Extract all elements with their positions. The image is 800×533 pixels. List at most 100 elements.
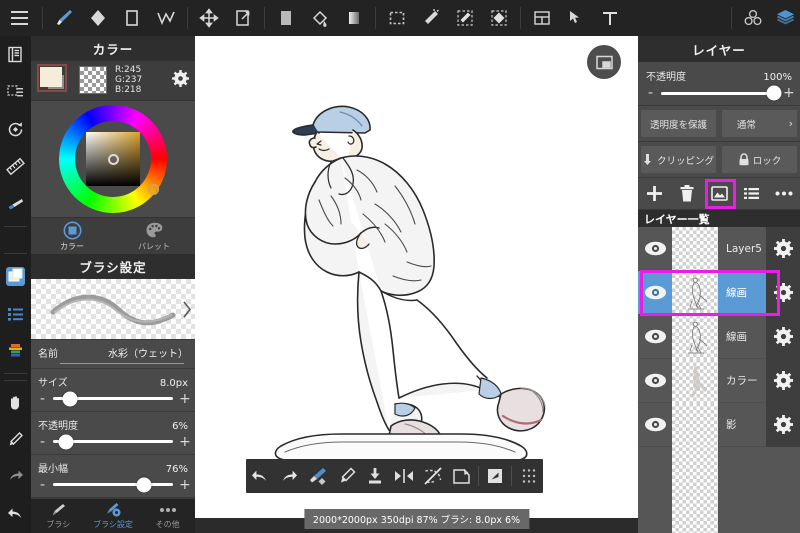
layer-thumbnail[interactable] [672, 402, 718, 447]
three-spheres-icon[interactable] [736, 0, 770, 36]
brush-size-knob[interactable] [62, 391, 78, 407]
hue-wheel[interactable] [59, 105, 167, 214]
move-arrows-icon[interactable] [192, 0, 226, 36]
duplicate-layer-button[interactable] [703, 178, 735, 210]
layer-opacity-track[interactable] [661, 85, 782, 101]
paintbrush-icon[interactable] [47, 0, 81, 36]
brush-blue-icon[interactable] [0, 186, 31, 223]
color-wheel-area[interactable] [31, 100, 195, 218]
deselect-icon[interactable] [418, 459, 447, 493]
text-T-icon[interactable] [593, 0, 627, 36]
marquee-select-icon[interactable] [380, 0, 414, 36]
brush-minwidth-minus[interactable]: - [38, 478, 47, 492]
material-panel-icon[interactable] [525, 0, 559, 36]
list-item[interactable]: カラー [638, 358, 800, 403]
rotate-canvas-icon[interactable] [0, 111, 31, 148]
layer-thumbnail[interactable] [672, 358, 718, 403]
lock-alpha-button[interactable]: 透明度を保護 [641, 110, 716, 137]
foreground-color-swatch[interactable] [40, 67, 62, 88]
undo-arrow-icon[interactable] [246, 459, 275, 493]
select-transform-icon[interactable] [447, 459, 476, 493]
document-icon[interactable] [0, 36, 31, 73]
color-bars-icon[interactable] [0, 332, 31, 369]
color-swatch-pair[interactable] [37, 64, 71, 96]
layer-opacity-plus[interactable]: + [783, 86, 795, 100]
paint-bucket-icon[interactable] [303, 0, 337, 36]
layer-thumbnail[interactable] [672, 314, 718, 359]
eraser-diamond-icon[interactable] [81, 0, 115, 36]
layer-settings-button[interactable] [766, 270, 800, 315]
chevron-right-icon[interactable] [177, 279, 195, 338]
layer-settings-button[interactable] [766, 358, 800, 403]
list-item[interactable]: 線画 [638, 270, 800, 315]
tab-brush[interactable]: ブラシ [31, 499, 86, 533]
clipping-button[interactable]: クリッピング [641, 146, 716, 173]
blend-mode-button[interactable]: 通常 › [722, 110, 797, 137]
sv-selector-knob[interactable] [108, 154, 119, 166]
pen-icon[interactable] [0, 421, 31, 458]
layer-visibility-toggle[interactable] [638, 329, 672, 344]
brush-minwidth-knob[interactable] [136, 477, 152, 493]
brush-opacity-track[interactable] [53, 434, 173, 450]
layer-settings-button[interactable] [766, 402, 800, 447]
saturation-value-box[interactable] [86, 132, 140, 187]
tab-palette[interactable]: パレット [113, 218, 195, 253]
redo-arrow-icon[interactable] [275, 459, 304, 493]
layer-visibility-toggle[interactable] [638, 241, 672, 256]
brush-swap-icon[interactable] [303, 459, 332, 493]
list-item[interactable]: 線画 [638, 314, 800, 359]
transform-icon[interactable] [226, 0, 260, 36]
redo-arrow-icon[interactable] [0, 458, 31, 495]
rectangle-icon[interactable] [115, 0, 149, 36]
solid-fill-icon[interactable] [269, 0, 303, 36]
layer-settings-button[interactable] [766, 227, 800, 271]
layers-stack-icon[interactable] [770, 0, 800, 36]
canvas-area[interactable]: 2000*2000px 350dpi 87% ブラシ: 8.0px 6% [195, 36, 638, 533]
lock-button[interactable]: ロック [722, 146, 797, 173]
brush-size-plus[interactable]: + [179, 392, 191, 406]
polyline-check-icon[interactable] [149, 0, 183, 36]
transparent-swatch[interactable] [79, 66, 107, 95]
layer-list[interactable]: Layer5 線画 線画 カラー 影 [638, 227, 800, 533]
tab-other[interactable]: その他 [140, 499, 195, 533]
cursor-arrow-icon[interactable] [559, 0, 593, 36]
brush-size-track[interactable] [53, 391, 173, 407]
expand-arrow-icon[interactable] [481, 459, 510, 493]
flip-horizontal-icon[interactable] [390, 459, 419, 493]
layer-visibility-toggle[interactable] [638, 417, 672, 432]
layer-visibility-toggle[interactable] [638, 285, 672, 300]
list-item[interactable]: Layer5 [638, 227, 800, 271]
brush-size-minus[interactable]: - [38, 392, 47, 406]
canvas-layers-icon[interactable] [0, 257, 31, 294]
blue-list-icon[interactable] [0, 295, 31, 332]
brush-name-row[interactable]: 名前 水彩（ウェット） [31, 338, 195, 368]
tab-color[interactable]: カラー [31, 218, 113, 253]
add-layer-button[interactable] [638, 178, 670, 210]
layer-settings-button[interactable] [766, 314, 800, 359]
layer-opacity-minus[interactable]: - [646, 86, 655, 100]
chevron-left-icon[interactable]: chevron-left-icon [31, 279, 49, 338]
layer-thumbnail[interactable] [672, 270, 718, 315]
gradient-icon[interactable] [337, 0, 371, 36]
list-item[interactable]: 影 [638, 402, 800, 447]
layer-visibility-toggle[interactable] [638, 373, 672, 388]
brush-opacity-minus[interactable]: - [38, 435, 47, 449]
layer-thumbnail[interactable] [672, 227, 718, 271]
hand-icon[interactable] [0, 383, 31, 420]
eyedropper-icon[interactable] [332, 459, 361, 493]
minimize-window-icon[interactable] [587, 45, 621, 79]
select-pen-icon[interactable] [448, 0, 482, 36]
layer-opacity-slider[interactable]: - + [646, 85, 795, 103]
brush-minwidth-plus[interactable]: + [179, 478, 191, 492]
selection-list-icon[interactable] [0, 73, 31, 110]
gear-icon[interactable] [172, 69, 189, 91]
undo-arrow-icon[interactable] [0, 496, 31, 533]
magic-wand-icon[interactable] [414, 0, 448, 36]
brush-minwidth-track[interactable] [53, 477, 173, 493]
brush-size-slider[interactable]: - + [38, 391, 191, 409]
layer-opacity-knob[interactable] [766, 85, 782, 101]
tab-brush-settings[interactable]: ブラシ設定 [86, 499, 141, 533]
brush-opacity-knob[interactable] [58, 434, 74, 450]
merge-down-icon[interactable] [361, 459, 390, 493]
hue-selector-knob[interactable] [148, 184, 159, 196]
